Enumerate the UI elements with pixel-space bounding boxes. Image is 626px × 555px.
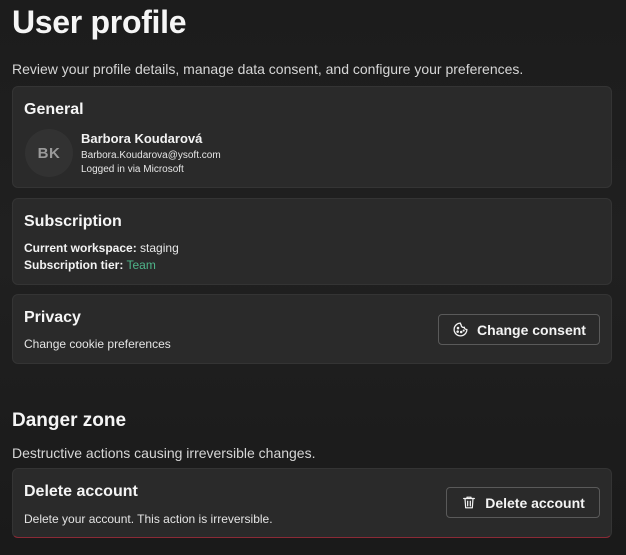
delete-account-button[interactable]: Delete account — [446, 487, 600, 518]
cookie-icon — [452, 321, 469, 338]
subscription-card: Subscription Current workspace: staging … — [12, 198, 612, 285]
privacy-title: Privacy — [24, 309, 81, 326]
privacy-card: Privacy Change cookie preferences Change… — [12, 294, 612, 364]
login-method: Logged in via Microsoft — [81, 164, 184, 175]
subscription-title: Subscription — [24, 213, 122, 230]
danger-zone-title: Danger zone — [12, 410, 127, 431]
trash-icon — [461, 494, 477, 511]
tier-value: Team — [126, 258, 156, 272]
tier-line: Subscription tier: Team — [24, 258, 156, 272]
delete-account-description: Delete your account. This action is irre… — [24, 512, 273, 526]
user-email: Barbora.Koudarova@ysoft.com — [81, 150, 221, 161]
delete-account-label: Delete account — [485, 494, 585, 511]
general-title: General — [24, 101, 84, 118]
tier-label: Subscription tier: — [24, 258, 124, 272]
page-title: User profile — [12, 4, 187, 40]
danger-zone-description: Destructive actions causing irreversible… — [12, 445, 316, 461]
workspace-line: Current workspace: staging — [24, 241, 179, 255]
avatar: BK — [25, 129, 73, 177]
workspace-label: Current workspace: — [24, 241, 137, 255]
delete-account-title: Delete account — [24, 483, 138, 500]
user-name: Barbora Koudarová — [81, 131, 203, 146]
workspace-value: staging — [140, 241, 179, 255]
privacy-description: Change cookie preferences — [24, 337, 171, 351]
general-card: General BK Barbora Koudarová Barbora.Kou… — [12, 86, 612, 188]
page-subtitle: Review your profile details, manage data… — [12, 61, 524, 77]
change-consent-label: Change consent — [477, 321, 586, 338]
delete-account-card: Delete account Delete your account. This… — [12, 468, 612, 538]
change-consent-button[interactable]: Change consent — [438, 314, 600, 345]
